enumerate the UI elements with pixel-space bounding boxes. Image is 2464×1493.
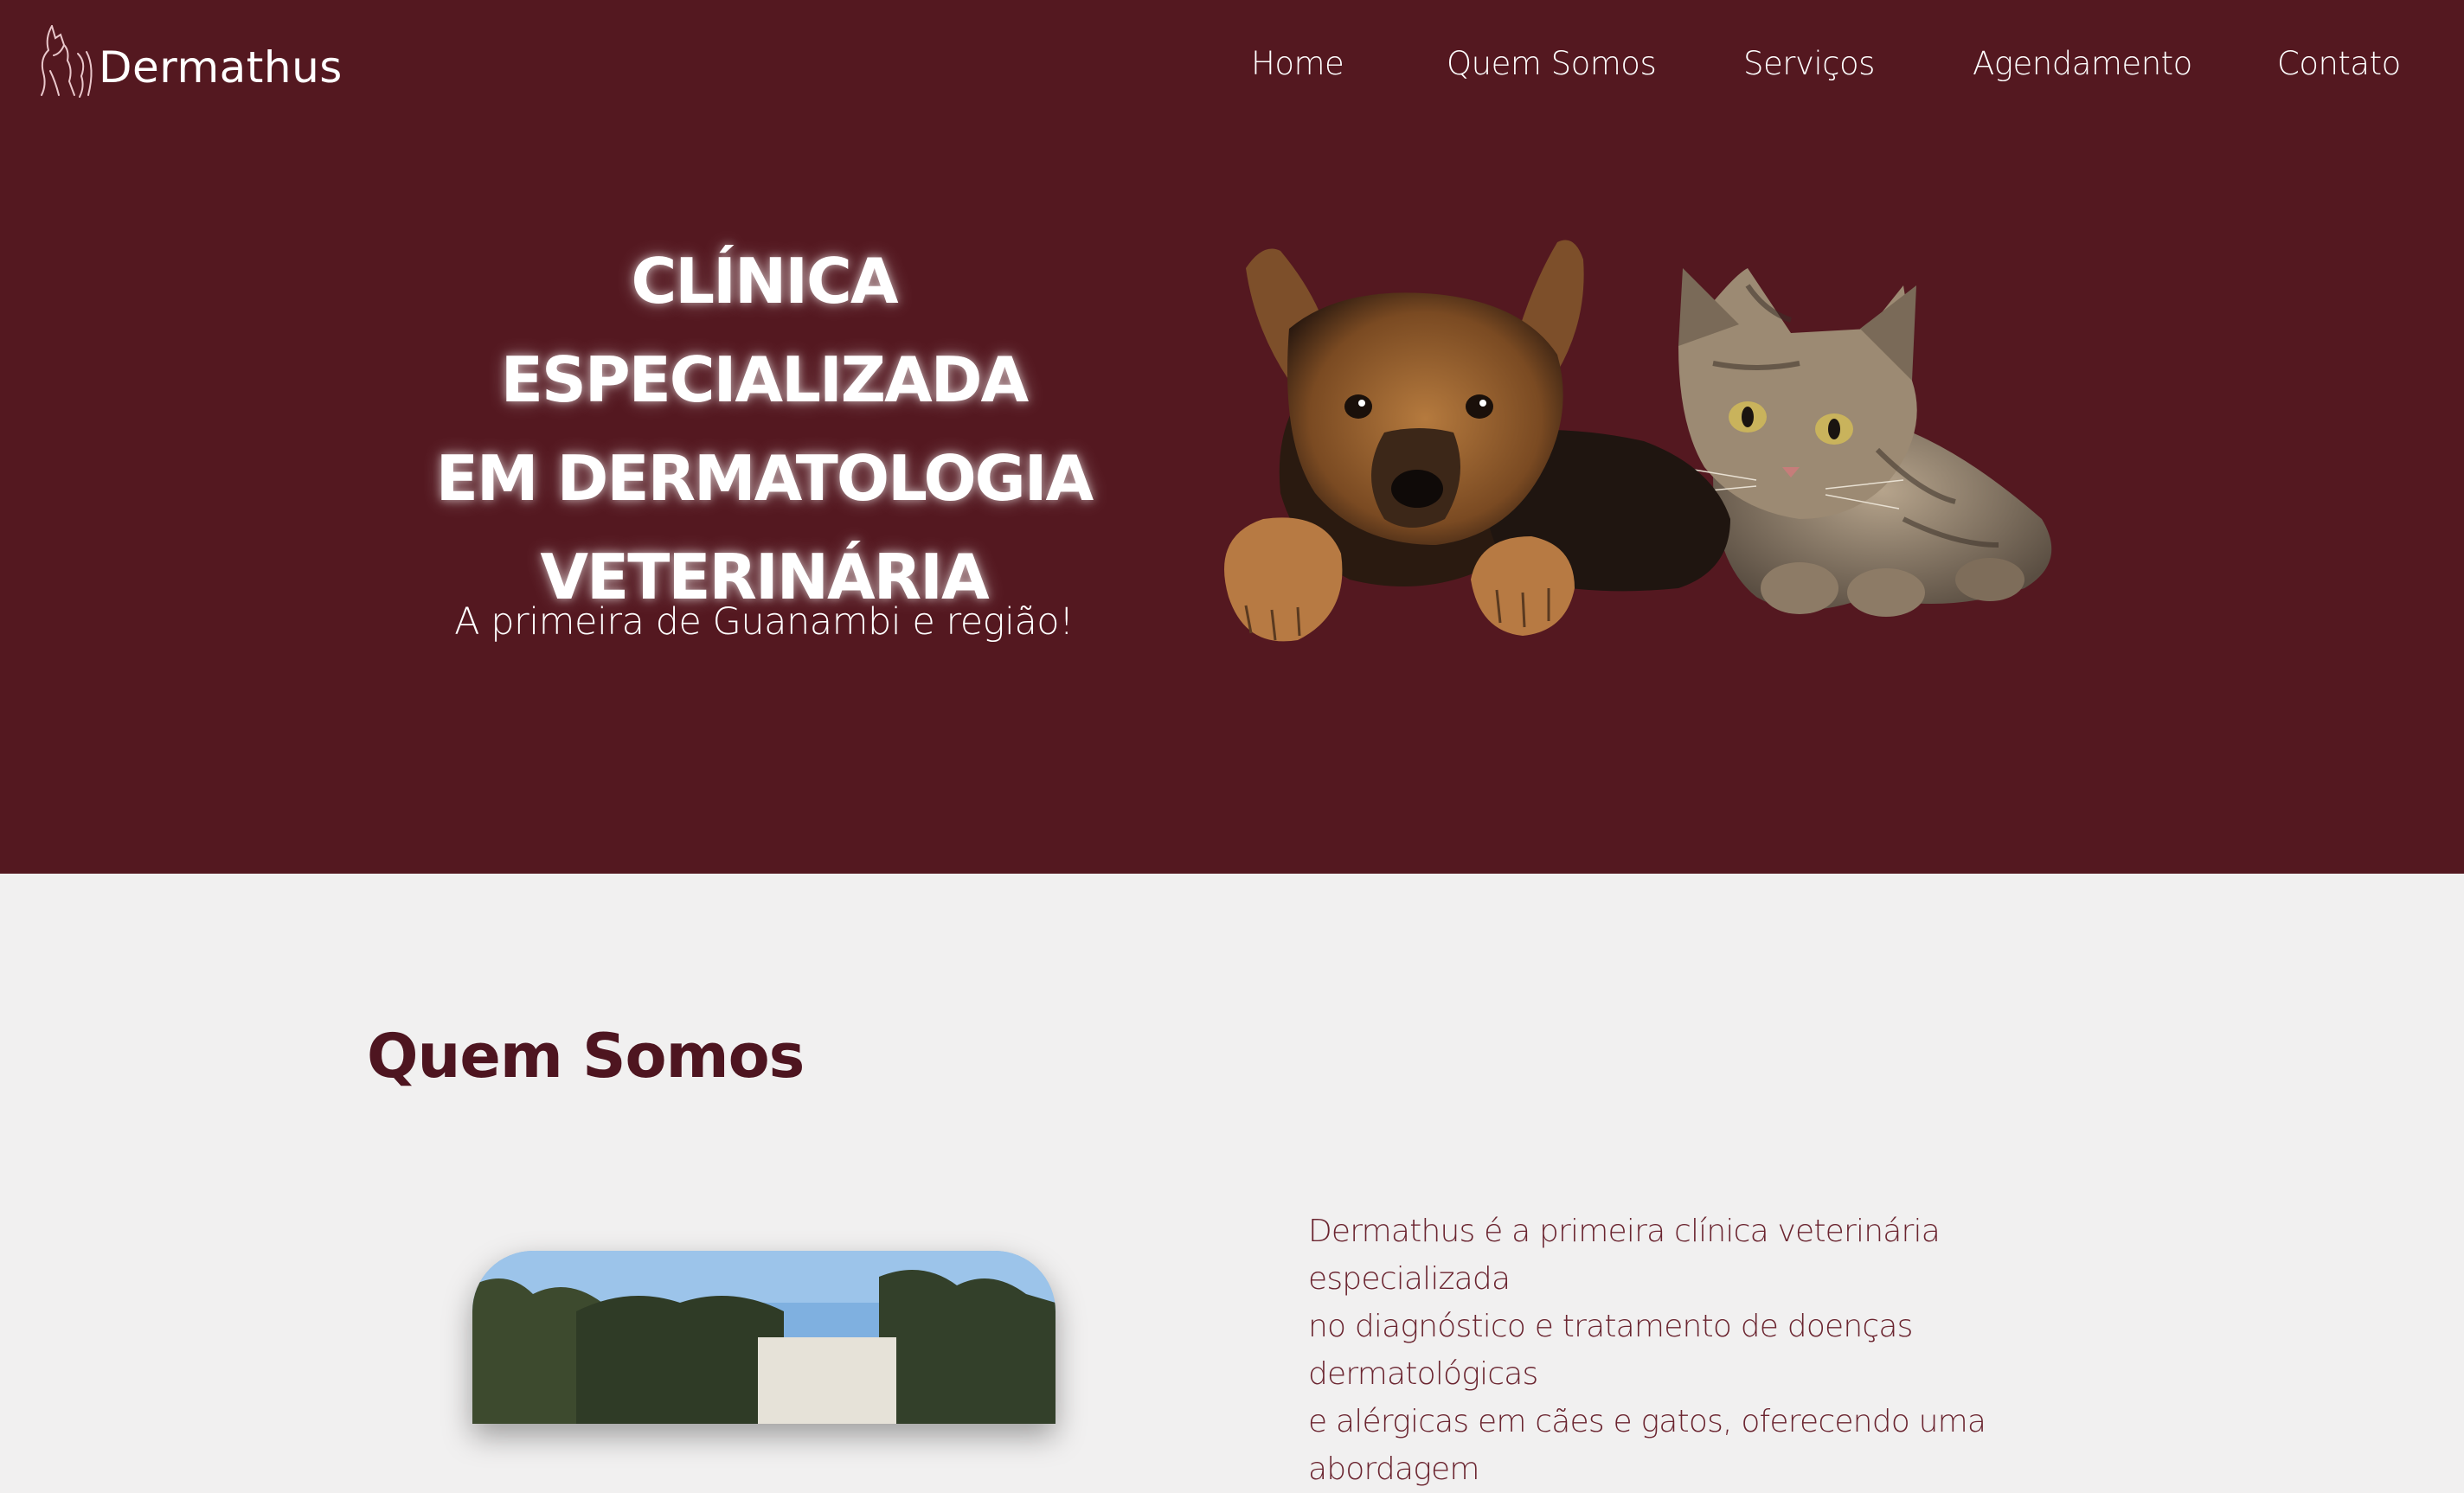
hero-title-line: CLÍNICA ESPECIALIZADA [500, 245, 1029, 416]
about-text: Dermathus é a primeira clínica veterinár… [1308, 1208, 2087, 1493]
clinic-photo-image [472, 1251, 1056, 1424]
clinic-photo [472, 1251, 1056, 1424]
hero-title: CLÍNICA ESPECIALIZADA EM DERMATOLOGIA VE… [363, 232, 1165, 626]
about-text-line: Dermathus é a primeira clínica veterinár… [1308, 1214, 1941, 1297]
about-text-line: e alérgicas em cães e gatos, oferecendo … [1308, 1404, 1986, 1487]
main-nav: Home Quem Somos Serviços Agendamento Con… [0, 45, 2464, 97]
dog-and-cat-image [1224, 240, 2052, 642]
hero-subtitle: A primeira de Guanambi e região! [454, 600, 1074, 644]
nav-contato[interactable]: Contato [2277, 45, 2401, 82]
about-title: Quem Somos [367, 1021, 805, 1092]
cat-figure [1678, 268, 2052, 617]
about-text-line: no diagnóstico e tratamento de doenças d… [1308, 1309, 1913, 1392]
hero-section: Dermathus Home Quem Somos Serviços Agend… [0, 0, 2464, 874]
dog-figure [1224, 240, 1730, 642]
nav-home[interactable]: Home [1251, 45, 1344, 82]
nav-quem-somos[interactable]: Quem Somos [1447, 45, 1657, 82]
nav-servicos[interactable]: Serviços [1743, 45, 1875, 82]
hero-title-line: EM DERMATOLOGIA [435, 442, 1094, 515]
nav-agendamento[interactable]: Agendamento [1973, 45, 2192, 82]
